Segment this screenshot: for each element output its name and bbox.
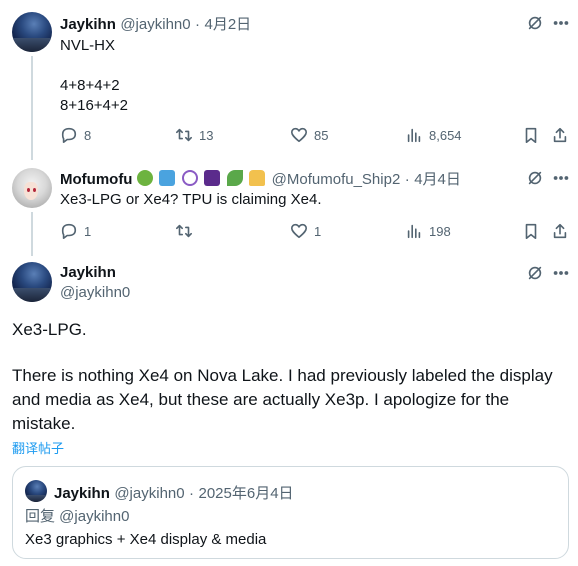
avatar-jaykihn	[25, 480, 47, 502]
tweet-header: Mofumofu @Mofumofu_Ship2 · 4月4日	[60, 168, 461, 189]
quote-text: Xe3 graphics + Xe4 display & media	[25, 531, 267, 548]
book-emoji-icon	[204, 170, 221, 186]
bookmark-icon[interactable]	[522, 126, 540, 149]
grok-icon[interactable]	[526, 169, 544, 192]
retweet-button[interactable]: 13	[175, 126, 213, 144]
views-button[interactable]: 198	[405, 222, 451, 240]
tweet-header: Jaykihn @jaykihn0 · 4月2日	[60, 13, 251, 34]
dragon-emoji-icon	[136, 170, 153, 186]
like-button[interactable]: 85	[290, 126, 328, 144]
thread-line	[31, 56, 33, 160]
reply-button[interactable]: 8	[60, 126, 91, 144]
quote-header: Jaykihn @jaykihn0 · 2025年6月4日	[54, 482, 294, 503]
display-name[interactable]: Jaykihn	[60, 264, 116, 281]
display-name[interactable]: Jaykihn	[60, 16, 116, 33]
views-icon	[407, 128, 421, 143]
paragraph-2: There is nothing Xe4 on Nova Lake. I had…	[12, 364, 572, 436]
reply-button[interactable]: 1	[60, 222, 91, 240]
views-icon	[407, 224, 421, 239]
reply-icon	[61, 127, 77, 144]
handle: @jaykihn0	[114, 485, 185, 502]
handle[interactable]: @Mofumofu_Ship2	[272, 171, 401, 188]
cake-emoji-icon	[249, 170, 266, 186]
tweet-text: Xe3-LPG or Xe4? TPU is claiming Xe4.	[60, 191, 322, 208]
more-icon[interactable]	[552, 14, 570, 37]
handle[interactable]: @jaykihn0	[60, 284, 130, 301]
view-count: 8,654	[429, 127, 462, 143]
separator: ·	[189, 485, 195, 502]
retweet-button[interactable]	[175, 222, 199, 240]
tweet-line: 8+16+4+2	[60, 97, 128, 114]
display-name: Jaykihn	[54, 485, 110, 502]
like-count: 85	[314, 127, 329, 143]
display-name[interactable]: Mofumofu	[60, 171, 132, 188]
grok-icon[interactable]	[526, 264, 544, 287]
atom-emoji-icon	[181, 170, 198, 186]
bookmark-icon[interactable]	[522, 222, 540, 245]
paragraph-1: Xe3-LPG.	[12, 320, 87, 339]
tweet-line: 4+8+4+2	[60, 77, 120, 94]
share-icon[interactable]	[551, 126, 569, 149]
retweet-icon	[175, 224, 193, 238]
retweet-count: 13	[199, 127, 214, 143]
reply-count: 8	[84, 127, 92, 143]
share-icon[interactable]	[551, 222, 569, 245]
handle[interactable]: @jaykihn0	[120, 16, 190, 33]
avatar-jaykihn[interactable]	[12, 262, 52, 302]
translate-link[interactable]: 翻译帖子	[12, 438, 64, 457]
separator: ·	[404, 171, 410, 188]
paragraph-line: There is nothing Xe4 on Nova Lake. I had…	[12, 366, 553, 385]
thread-line	[31, 212, 33, 256]
timestamp[interactable]: 4月2日	[205, 16, 252, 33]
views-button[interactable]: 8,654	[405, 126, 462, 144]
robot-emoji-icon	[159, 170, 176, 186]
timestamp[interactable]: 4月4日	[414, 171, 461, 188]
reply-to: 回复 @jaykihn0	[25, 508, 130, 525]
like-button[interactable]: 1	[290, 222, 321, 240]
grok-icon[interactable]	[526, 14, 544, 37]
like-count: 1	[314, 223, 322, 239]
heart-icon	[290, 223, 308, 239]
paragraph-line: mistake.	[12, 414, 76, 433]
quoted-tweet[interactable]: Jaykihn @jaykihn0 · 2025年6月4日 回复 @jaykih…	[12, 466, 569, 559]
paragraph-line: and media as Xe4, but these are actually…	[12, 390, 510, 409]
herb-emoji-icon	[226, 170, 243, 186]
retweet-icon	[175, 128, 193, 142]
reply-count: 1	[84, 223, 92, 239]
timestamp: 2025年6月4日	[198, 485, 294, 502]
more-icon[interactable]	[552, 169, 570, 192]
heart-icon	[290, 127, 308, 143]
more-icon[interactable]	[552, 264, 570, 287]
tweet-line: NVL-HX	[60, 37, 116, 54]
avatar-mofumofu[interactable]	[12, 168, 52, 208]
avatar-jaykihn[interactable]	[12, 12, 52, 52]
reply-icon	[61, 223, 77, 240]
tweet-body: NVL-HX 4+8+4+2 8+16+4+2	[60, 36, 128, 116]
separator: ·	[195, 16, 201, 33]
view-count: 198	[429, 223, 451, 239]
tweet-line	[60, 56, 128, 76]
